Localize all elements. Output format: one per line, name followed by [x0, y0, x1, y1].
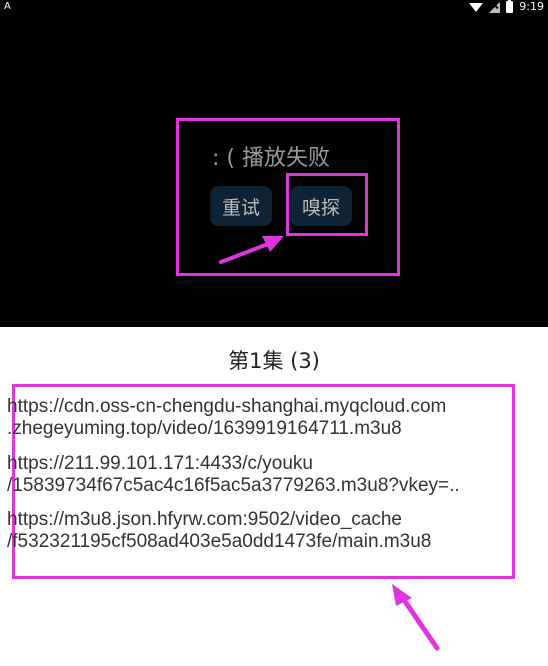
retry-button[interactable]: 重试 — [210, 186, 272, 226]
sniff-highlight-box — [286, 173, 368, 236]
url-line: /15839734f67c5ac4c16f5ac5a3779263.m3u8?v… — [7, 475, 460, 496]
status-time: 9:19 — [519, 0, 544, 13]
playback-error-message: : ( 播放失败 — [212, 146, 330, 171]
url-item[interactable]: https://cdn.oss-cn-chengdu-shanghai.myqc… — [7, 396, 522, 440]
url-list: https://cdn.oss-cn-chengdu-shanghai.myqc… — [7, 396, 522, 565]
arrow-icon — [392, 584, 440, 651]
url-line: https://211.99.101.171:4433/c/youku — [7, 453, 313, 474]
episode-title: 第1集 (3) — [228, 349, 320, 373]
app-screen: A 9:19 : ( 播放失败 重试 嗅探 第1集 (3) https://cd… — [0, 0, 548, 666]
url-line: https://cdn.oss-cn-chengdu-shanghai.myqc… — [7, 396, 447, 417]
status-icons: 9:19 — [469, 0, 544, 14]
status-bar: A 9:19 — [0, 0, 548, 14]
battery-icon — [506, 0, 514, 13]
url-item[interactable]: https://m3u8.json.hfyrw.com:9502/video_c… — [7, 509, 522, 553]
url-line: .zhegeyuming.top/video/1639919164711.m3u… — [7, 418, 402, 439]
url-item[interactable]: https://211.99.101.171:4433/c/youku /158… — [7, 453, 522, 497]
url-line: /f532321195cf508ad403e5a0dd1473fe/main.m… — [7, 531, 432, 552]
signal-icon — [489, 1, 501, 13]
wifi-icon — [469, 2, 484, 12]
url-line: https://m3u8.json.hfyrw.com:9502/video_c… — [7, 509, 403, 530]
notification-icon: A — [4, 1, 11, 12]
